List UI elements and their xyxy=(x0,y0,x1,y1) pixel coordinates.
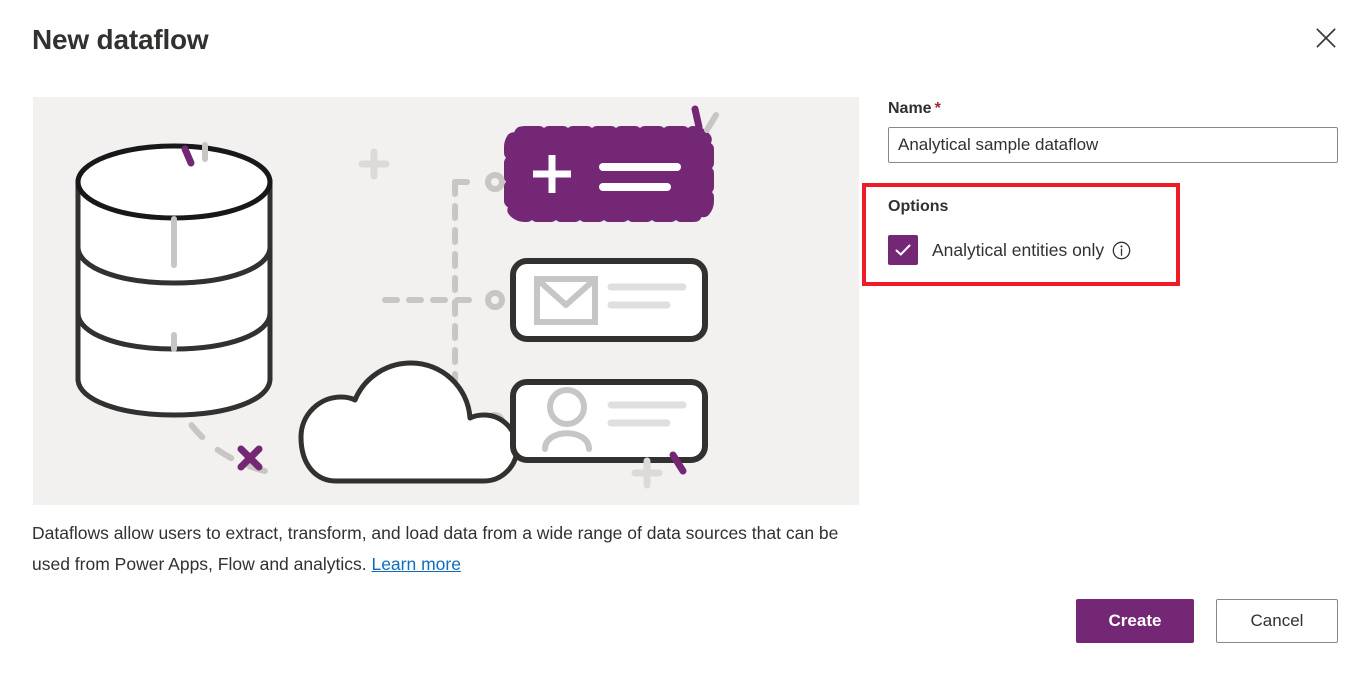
close-icon xyxy=(1315,27,1337,49)
mail-entity-card xyxy=(513,261,705,339)
create-button[interactable]: Create xyxy=(1076,599,1194,643)
name-input[interactable] xyxy=(888,127,1338,163)
page-title: New dataflow xyxy=(32,24,209,56)
checkmark-icon xyxy=(893,240,913,260)
learn-more-link[interactable]: Learn more xyxy=(371,554,461,574)
new-dataflow-dialog: New dataflow xyxy=(0,0,1368,678)
dataflow-illustration xyxy=(33,97,859,505)
cancel-button[interactable]: Cancel xyxy=(1216,599,1338,643)
info-icon[interactable] xyxy=(1112,241,1131,260)
required-marker: * xyxy=(935,100,941,117)
cloud-icon xyxy=(301,363,517,481)
close-button[interactable] xyxy=(1306,18,1346,58)
analytical-entities-only-checkbox[interactable] xyxy=(888,235,918,265)
connector-nodes xyxy=(488,175,502,429)
name-field-label: Name* xyxy=(888,100,941,118)
analytical-entities-only-option[interactable]: Analytical entities only xyxy=(888,235,1131,265)
person-entity-card xyxy=(513,382,705,460)
description-text: Dataflows allow users to extract, transf… xyxy=(32,518,842,580)
database-icon xyxy=(78,146,270,415)
analytical-entities-only-label: Analytical entities only xyxy=(932,240,1104,261)
name-label-text: Name xyxy=(888,100,932,117)
options-section-label: Options xyxy=(888,198,948,216)
new-entity-card xyxy=(511,133,707,215)
